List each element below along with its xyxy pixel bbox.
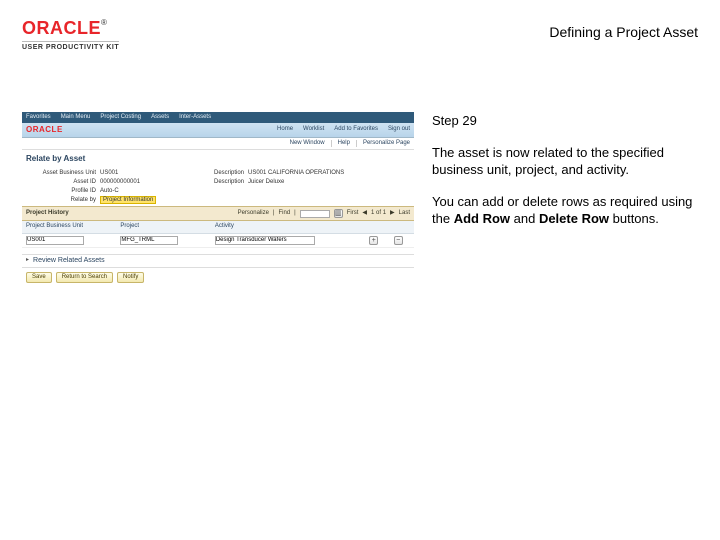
label-desc2: Description	[194, 179, 244, 186]
grid-pager: 1 of 1	[371, 210, 386, 217]
value-relate-by[interactable]: Project Information	[100, 196, 156, 204]
instruction-p1: The asset is now related to the specifie…	[432, 144, 698, 179]
label-business-unit: Asset Business Unit	[34, 170, 96, 177]
grid-next-icon[interactable]: ▶	[390, 210, 395, 217]
nav-project-costing[interactable]: Project Costing	[100, 114, 141, 121]
table-row: + −	[22, 233, 414, 247]
nav-inter-assets[interactable]: Inter-Assets	[179, 114, 211, 121]
download-icon[interactable]: ▥	[334, 209, 343, 218]
content-row: Favorites Main Menu Project Costing Asse…	[22, 112, 698, 287]
value-asset-id: 000000000001	[100, 179, 190, 186]
cell-activity[interactable]	[215, 236, 315, 245]
app-oracle-logo: ORACLE	[26, 125, 63, 135]
save-button[interactable]: Save	[26, 272, 52, 283]
instruction-p2: You can add or delete rows as required u…	[432, 193, 698, 228]
cell-project[interactable]	[120, 236, 178, 245]
col-project-bu[interactable]: Project Business Unit	[22, 221, 116, 233]
link-add-favorites[interactable]: Add to Favorites	[334, 126, 378, 133]
nav-assets[interactable]: Assets	[151, 114, 169, 121]
link-personalize-page[interactable]: Personalize Page	[356, 140, 410, 147]
oracle-wordmark: ORACLE	[22, 18, 101, 38]
expand-icon: ▸	[26, 257, 29, 264]
grid-first[interactable]: First	[347, 210, 359, 217]
app-brand-bar: ORACLE Home Worklist Add to Favorites Si…	[22, 123, 414, 138]
cell-project-bu[interactable]	[26, 236, 84, 245]
link-new-window[interactable]: New Window	[284, 140, 325, 147]
grid-view-all-icon[interactable]	[300, 210, 330, 218]
grid-tab-project-history[interactable]: Project History	[26, 210, 69, 217]
logo-subtitle: USER PRODUCTIVITY KIT	[22, 41, 119, 51]
trademark-icon: ®	[101, 18, 107, 27]
page-header: ORACLE® USER PRODUCTIVITY KIT Defining a…	[22, 18, 698, 51]
section-review-related-assets[interactable]: ▸ Review Related Assets	[22, 254, 414, 268]
grid-prev-icon[interactable]: ◀	[362, 210, 367, 217]
section-title: Relate by Asset	[22, 150, 414, 168]
oracle-upk-logo: ORACLE® USER PRODUCTIVITY KIT	[22, 18, 119, 51]
page-title: Defining a Project Asset	[549, 24, 698, 40]
link-home[interactable]: Home	[277, 126, 293, 133]
grid-last[interactable]: Last	[399, 210, 410, 217]
col-activity[interactable]: Activity	[211, 221, 366, 233]
link-help[interactable]: Help	[331, 140, 350, 147]
collapsed-title: Review Related Assets	[33, 257, 105, 265]
bold-add-row: Add Row	[454, 211, 510, 226]
action-row: Save Return to Search Notify	[22, 268, 414, 287]
value-desc1: US001 CALIFORNIA OPERATIONS	[248, 170, 402, 177]
project-history-table: Project Business Unit Project Activity +…	[22, 221, 414, 247]
grid-find[interactable]: Find	[278, 210, 290, 217]
value-business-unit: US001	[100, 170, 190, 177]
value-desc2: Juicer Deluxe	[248, 179, 402, 186]
notify-button[interactable]: Notify	[117, 272, 144, 283]
bold-delete-row: Delete Row	[539, 211, 609, 226]
add-row-button[interactable]: +	[369, 236, 378, 245]
step-label: Step 29	[432, 112, 698, 130]
nav-favorites[interactable]: Favorites	[26, 114, 51, 121]
grid-personalize[interactable]: Personalize	[238, 210, 269, 217]
label-profile-id: Profile ID	[34, 188, 96, 195]
table-header-row: Project Business Unit Project Activity	[22, 221, 414, 233]
nav-main-menu[interactable]: Main Menu	[61, 114, 91, 121]
instruction-panel: Step 29 The asset is now related to the …	[432, 112, 698, 287]
link-worklist[interactable]: Worklist	[303, 126, 324, 133]
app-topnav: Favorites Main Menu Project Costing Asse…	[22, 112, 414, 123]
app-subbar: New Window Help Personalize Page	[22, 138, 414, 150]
app-screenshot: Favorites Main Menu Project Costing Asse…	[22, 112, 414, 287]
form-grid: Asset Business Unit US001 Description US…	[22, 168, 414, 207]
delete-row-button[interactable]: −	[394, 236, 403, 245]
label-asset-id: Asset ID	[34, 179, 96, 186]
col-project[interactable]: Project	[116, 221, 210, 233]
return-to-search-button[interactable]: Return to Search	[56, 272, 113, 283]
label-relate-by: Relate by	[34, 197, 96, 204]
grid-header: Project History Personalize | Find | ▥ F…	[22, 206, 414, 221]
label-desc1: Description	[194, 170, 244, 177]
link-sign-out[interactable]: Sign out	[388, 126, 410, 133]
value-profile-id: Auto-C	[100, 188, 190, 195]
